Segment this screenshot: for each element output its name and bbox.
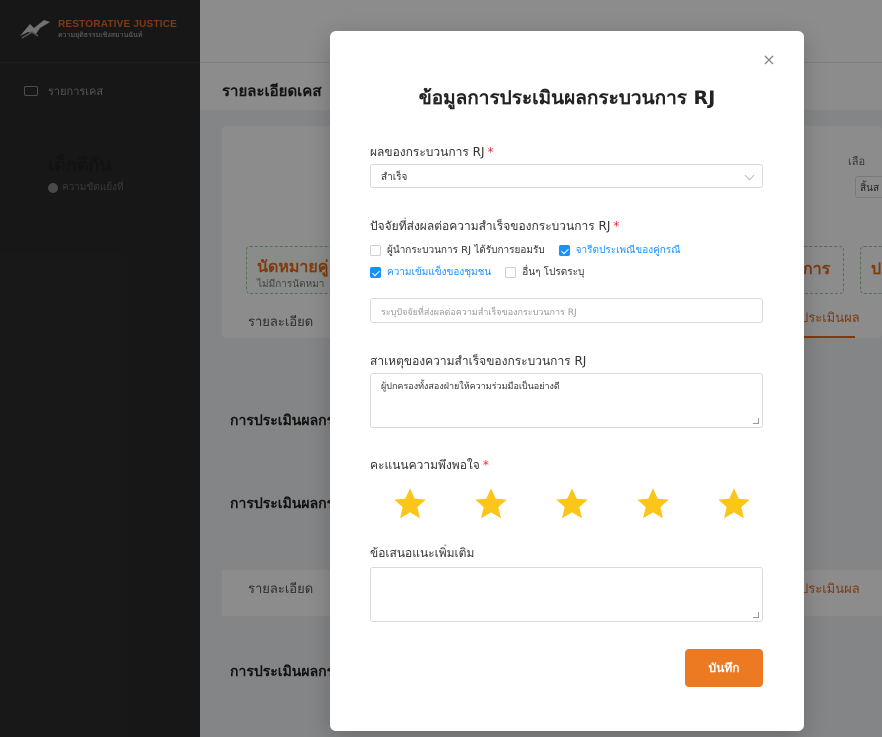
checkbox-icon xyxy=(505,267,517,278)
factor-checkbox-leader[interactable]: ผู้นำกระบวนการ RJ ได้รับการยอมรับ xyxy=(370,243,545,258)
star-icon[interactable] xyxy=(392,486,428,522)
rating-label: คะแนนความพึงพอใจ * xyxy=(370,456,489,475)
factor-checkbox-tradition[interactable]: จารีตประเพณีของคู่กรณี xyxy=(558,243,681,258)
result-label: ผลของกระบวนการ RJ * xyxy=(370,143,494,162)
factors-row-2: ความเข้มแข็งของชุมชน อื่นๆ โปรดระบุ xyxy=(370,265,598,280)
evaluation-modal: × ข้อมูลการประเมินผลกระบวนการ RJ ผลของกร… xyxy=(330,31,804,731)
factor-checkbox-other[interactable]: อื่นๆ โปรดระบุ xyxy=(505,265,584,280)
result-select-value: สำเร็จ xyxy=(381,172,408,183)
modal-title: ข้อมูลการประเมินผลกระบวนการ RJ xyxy=(418,87,716,109)
suggestion-label: ข้อเสนอแนะเพิ่มเติม xyxy=(370,546,475,560)
star-icon[interactable] xyxy=(554,486,590,522)
star-icon[interactable] xyxy=(473,486,509,522)
required-mark: * xyxy=(482,458,489,472)
factor-label: อื่นๆ โปรดระบุ xyxy=(522,267,585,278)
factors-label-text: ปัจจัยที่ส่งผลต่อความสำเร็จของกระบวนการ … xyxy=(370,219,611,233)
resize-handle-icon[interactable] xyxy=(753,418,759,424)
factor-label: ความเข้มแข็งของชุมชน xyxy=(387,267,492,278)
factor-label: ผู้นำกระบวนการ RJ ได้รับการยอมรับ xyxy=(387,245,545,256)
factor-other-input[interactable]: ระบุปัจจัยที่ส่งผลต่อความสำเร็จของกระบวน… xyxy=(370,298,763,323)
cause-textarea[interactable]: ผู้ปกครองทั้งสองฝ่ายให้ความร่วมมือเป็นอย… xyxy=(370,373,763,428)
result-select[interactable]: สำเร็จ xyxy=(370,164,763,188)
required-mark: * xyxy=(613,219,620,233)
star-icon[interactable] xyxy=(716,486,752,522)
close-icon[interactable]: × xyxy=(762,52,776,68)
factor-checkbox-community[interactable]: ความเข้มแข็งของชุมชน xyxy=(370,265,491,280)
factors-row-1: ผู้นำกระบวนการ RJ ได้รับการยอมรับ จารีตป… xyxy=(370,243,695,258)
chevron-down-icon xyxy=(744,170,755,181)
checkbox-checked-icon xyxy=(370,267,381,278)
factor-label: จารีตประเพณีของคู่กรณี xyxy=(575,245,681,256)
cause-label: สาเหตุของความสำเร็จของกระบวนการ RJ xyxy=(370,354,587,368)
suggestion-textarea[interactable] xyxy=(370,567,763,622)
cause-value: ผู้ปกครองทั้งสองฝ่ายให้ความร่วมมือเป็นอย… xyxy=(381,382,560,392)
star-icon[interactable] xyxy=(635,486,671,522)
factors-label: ปัจจัยที่ส่งผลต่อความสำเร็จของกระบวนการ … xyxy=(370,217,619,236)
resize-handle-icon[interactable] xyxy=(753,612,759,618)
rating-label-text: คะแนนความพึงพอใจ xyxy=(370,458,480,472)
result-label-text: ผลของกระบวนการ RJ xyxy=(370,145,485,159)
required-mark: * xyxy=(487,145,494,159)
save-button[interactable]: บันทึก xyxy=(685,649,763,687)
star-rating xyxy=(392,486,752,522)
checkbox-icon xyxy=(370,245,381,256)
checkbox-checked-icon xyxy=(558,245,570,256)
